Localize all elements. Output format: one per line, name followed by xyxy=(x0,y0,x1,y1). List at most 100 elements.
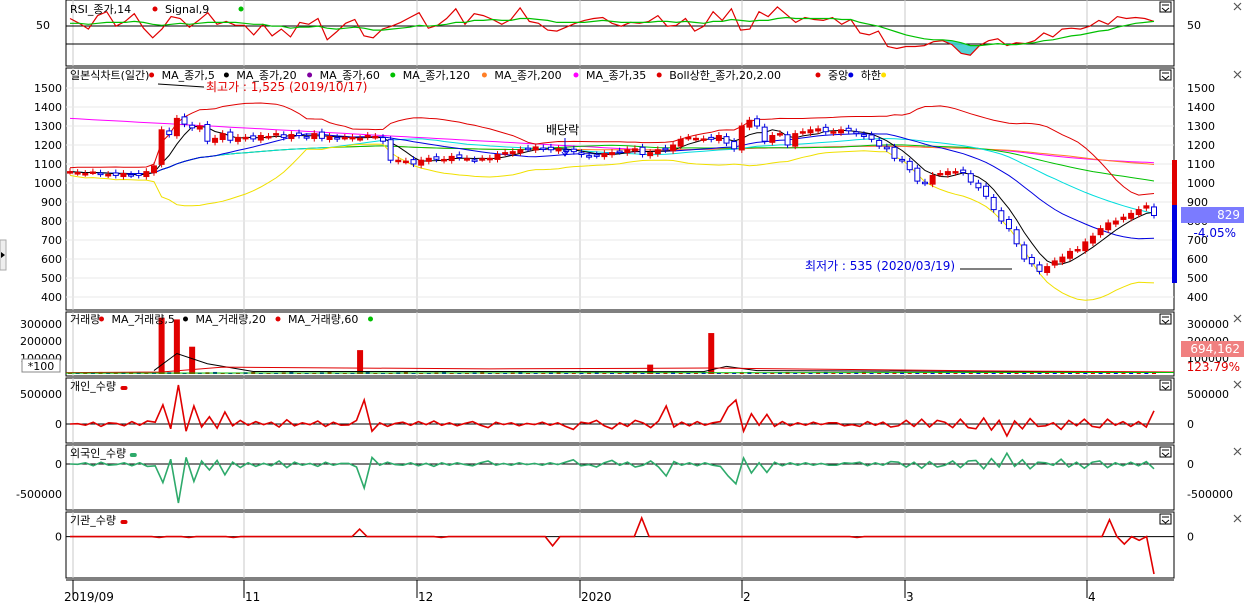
legend-rsi: RSI_종가,14 xyxy=(70,3,131,16)
close-icon[interactable] xyxy=(1233,314,1242,323)
low-price-annotation: 최저가 : 535 (2020/03/19) xyxy=(805,259,955,273)
candle-body xyxy=(387,139,394,161)
candle-body xyxy=(303,136,310,139)
candle-body xyxy=(273,133,280,136)
candle-body xyxy=(746,119,753,128)
candle-body xyxy=(754,118,761,127)
chart-canvas: RSI_종가,14 Signal,950 50일본식차트(일간) MA_종가,5 MA_… xyxy=(0,0,1244,604)
foreign-y-tick-right: 0 xyxy=(1187,458,1194,471)
close-icon-stroke[interactable] xyxy=(1233,447,1242,456)
candle-body xyxy=(250,135,257,140)
individual-y-tick-right: 500000 xyxy=(1187,388,1229,401)
candle-body xyxy=(815,128,822,132)
candle-body xyxy=(906,160,913,171)
x-axis-tick-label: 12 xyxy=(418,590,433,604)
panel-menu-button[interactable] xyxy=(1159,446,1172,458)
candle-body xyxy=(1135,209,1142,216)
panel-menu-button[interactable] xyxy=(1159,513,1172,525)
close-icon[interactable] xyxy=(1233,447,1242,456)
price-y-tick-left: 700 xyxy=(41,234,62,247)
candle-body xyxy=(647,152,654,157)
legend-marker xyxy=(120,520,128,524)
close-icon-stroke[interactable] xyxy=(1233,2,1242,11)
panel-menu-button[interactable] xyxy=(1159,69,1172,81)
candle-body xyxy=(204,123,211,142)
candle-body xyxy=(1028,256,1035,265)
legend-marker xyxy=(223,72,229,78)
rsi-y-tick-right: 50 xyxy=(1187,19,1201,32)
volume-bar xyxy=(945,372,950,374)
close-icon-stroke[interactable] xyxy=(1233,70,1242,79)
candle-body xyxy=(525,147,532,151)
candle-body xyxy=(883,146,890,150)
individual-y-tick-right: 0 xyxy=(1187,418,1194,431)
volume-current-label: 694,162 xyxy=(1190,342,1240,356)
candle-body xyxy=(89,171,96,174)
legend-marker xyxy=(390,72,396,78)
candle-body xyxy=(967,173,974,183)
candle-body xyxy=(586,155,593,158)
candle-body xyxy=(555,148,562,152)
candle-body xyxy=(776,133,783,136)
price-y-tick-left: 500 xyxy=(41,272,62,285)
candle-body xyxy=(937,173,944,176)
close-icon[interactable] xyxy=(1233,70,1242,79)
volume-bar xyxy=(357,350,364,374)
price-y-tick-left: 1400 xyxy=(34,101,62,114)
candle-body xyxy=(1105,222,1112,231)
candle-body xyxy=(914,167,921,182)
candle-body xyxy=(463,158,470,161)
candle-body xyxy=(662,147,669,151)
close-icon-stroke[interactable] xyxy=(1233,380,1242,389)
legend-price-item: 중앙 xyxy=(828,69,848,82)
candle-body xyxy=(983,185,990,197)
price-y-tick-right: 500 xyxy=(1187,272,1208,285)
legend-individual: 개인_수량 xyxy=(70,380,116,393)
legend-marker xyxy=(307,72,313,78)
candle-body xyxy=(1097,228,1104,236)
high-price-annotation: 최고가 : 1,525 (2019/10/17) xyxy=(206,80,368,94)
legend-marker xyxy=(368,316,373,322)
panel-menu-button[interactable] xyxy=(1159,1,1172,13)
legend-price-item: MA_종가,200 xyxy=(494,69,561,82)
candle xyxy=(158,126,165,168)
legend-price-item: Boll상한_종가,20,2.00 xyxy=(669,69,781,82)
candle-body xyxy=(731,141,738,150)
legend-marker xyxy=(99,316,104,322)
panel-menu-button[interactable] xyxy=(1159,313,1172,325)
legend-marker xyxy=(573,72,579,78)
candle-body xyxy=(395,159,402,163)
close-icon-stroke[interactable] xyxy=(1233,514,1242,523)
legend-rsi: Signal,9 xyxy=(165,3,209,16)
volume-bar xyxy=(1060,372,1065,374)
candle-body xyxy=(532,146,539,151)
panel-price xyxy=(65,67,1175,311)
close-icon[interactable] xyxy=(1233,380,1242,389)
price-change-label: -4.05% xyxy=(1194,226,1236,240)
candle-body xyxy=(547,146,554,151)
close-icon-stroke[interactable] xyxy=(1233,314,1242,323)
panel-menu-button[interactable] xyxy=(1159,379,1172,391)
candle-body xyxy=(219,133,226,140)
candle-body xyxy=(120,173,127,178)
price-y-tick-left: 1500 xyxy=(34,82,62,95)
candle-body xyxy=(899,158,906,162)
volume-ma60-line xyxy=(65,371,1175,374)
price-scale-up-bar xyxy=(1172,160,1177,205)
price-y-tick-left: 1300 xyxy=(34,120,62,133)
close-icon[interactable] xyxy=(1233,2,1242,11)
candle-body xyxy=(494,154,501,160)
volume-y-tick-right: 300000 xyxy=(1187,318,1229,331)
institution-y-tick-left: 0 xyxy=(55,531,62,544)
candle-body xyxy=(807,129,814,134)
candle-body xyxy=(173,117,180,137)
candle-body xyxy=(1044,266,1051,273)
candle-body xyxy=(792,133,799,147)
individual-y-tick-left: 0 xyxy=(55,418,62,431)
price-y-tick-left: 900 xyxy=(41,196,62,209)
candle-body xyxy=(402,160,409,164)
close-icon[interactable] xyxy=(1233,514,1242,523)
candle-body xyxy=(1059,256,1066,263)
collapse-left-button[interactable] xyxy=(0,239,7,271)
candle-body xyxy=(838,129,845,134)
